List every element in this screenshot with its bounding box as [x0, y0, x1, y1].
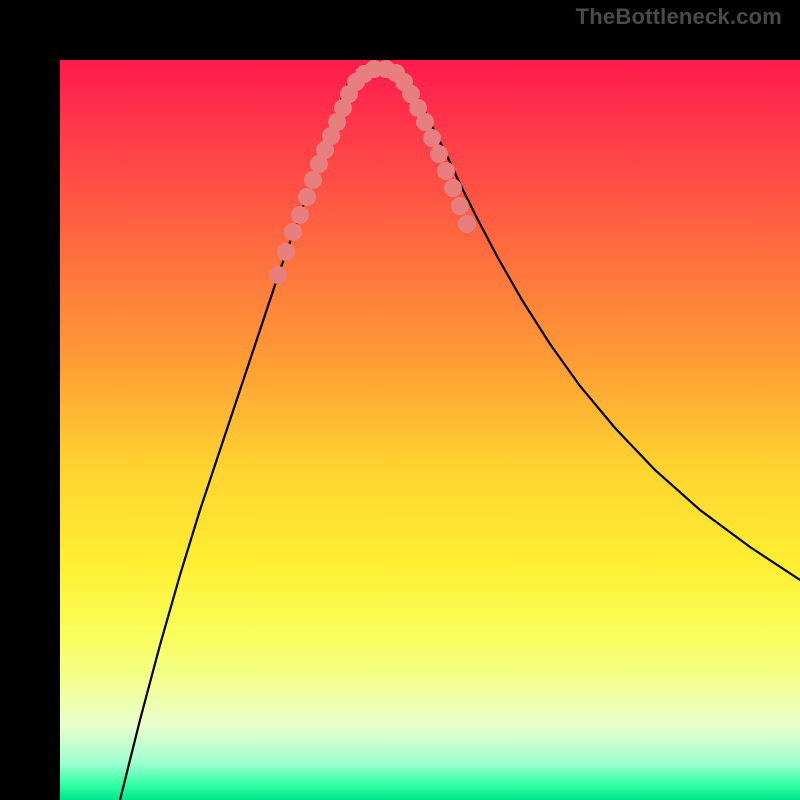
bottleneck-curve — [120, 68, 800, 800]
plot-area — [60, 60, 800, 800]
data-point — [291, 206, 309, 224]
data-point — [437, 162, 455, 180]
data-point — [458, 215, 476, 233]
data-point — [298, 188, 316, 206]
chart-frame — [0, 0, 800, 800]
data-point — [304, 171, 322, 189]
data-point — [423, 129, 441, 147]
data-point — [416, 113, 434, 131]
data-point — [284, 223, 302, 241]
data-point — [430, 145, 448, 163]
data-point — [451, 197, 469, 215]
watermark: TheBottleneck.com — [576, 4, 782, 30]
chart-svg — [60, 60, 800, 800]
data-point — [277, 243, 295, 261]
data-point — [444, 179, 462, 197]
data-point — [269, 266, 287, 284]
